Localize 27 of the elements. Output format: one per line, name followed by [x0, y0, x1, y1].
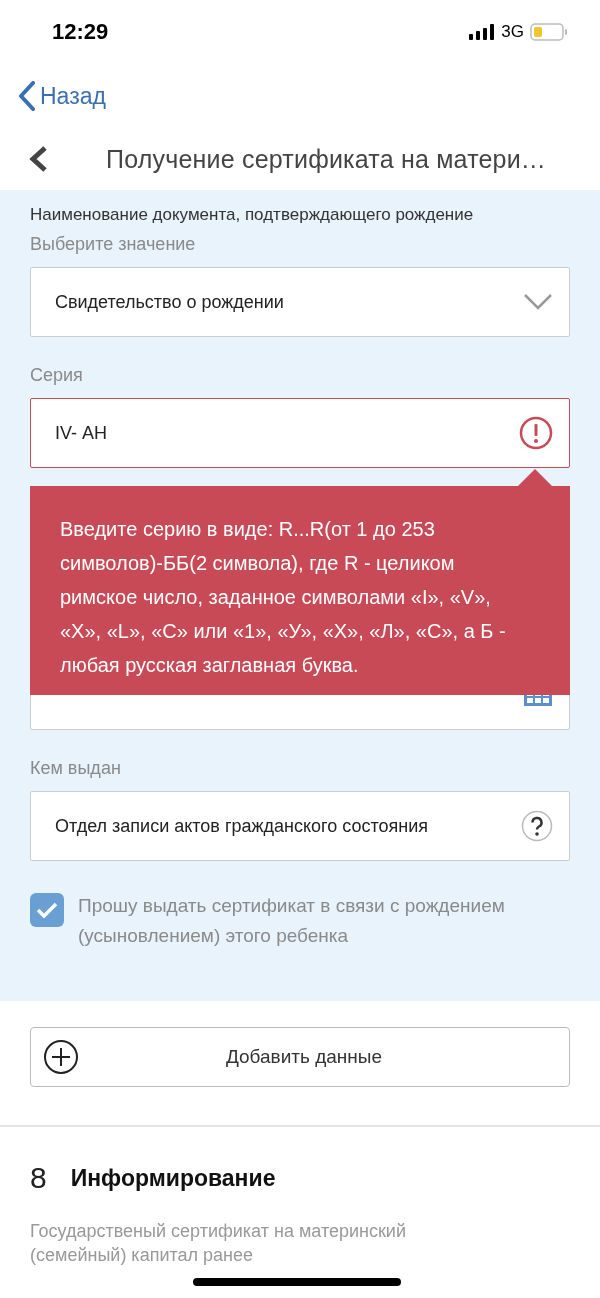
battery-icon	[530, 23, 568, 41]
help-icon[interactable]	[521, 810, 553, 842]
field-label: Серия	[30, 365, 84, 386]
network-type: 3G	[501, 22, 524, 42]
plus-circle-icon	[43, 1039, 79, 1075]
section-text: Государственый сертификат на материнский (семейный) капитал ранее	[29, 1220, 407, 1267]
back-chevron-icon	[18, 81, 36, 111]
checkmark-icon	[36, 901, 58, 919]
chevron-down-icon	[523, 293, 553, 311]
consent-label: Прошу выдать сертификат в связи с рождением (усыновлением) этого ребенка	[78, 894, 506, 948]
error-icon	[519, 416, 553, 450]
section-number: 8	[30, 1161, 47, 1195]
status-time: 12:29	[52, 19, 109, 45]
add-data-button[interactable]: Добавить данные	[30, 1027, 570, 1087]
page-title: Получение сертификата на матери…	[106, 144, 547, 174]
back-link[interactable]: Назад	[18, 81, 106, 111]
error-tooltip: Введите серию в виде: R...R(от 1 до 253 символов)-ББ(2 символа), где R - целиком римское число, заданное символами «I», «V», «X», «L», «C» или «1», «У», «Х», «Л», «С», а Б - любая русская заглавная буква.	[30, 486, 570, 695]
signal-icon	[469, 24, 496, 40]
tooltip-arrow	[518, 469, 552, 486]
field-hint: Выберите значение	[30, 234, 197, 255]
section-title: Информирование	[70, 1164, 276, 1192]
field-label: Кем выдан	[30, 758, 122, 779]
issuer-input[interactable]: Отдел записи актов гражданского состояния	[30, 791, 570, 861]
field-label: Наименование документа, подтверждающего рождение	[30, 204, 475, 226]
consent-checkbox[interactable]	[30, 893, 64, 927]
series-input[interactable]: IV- АН	[30, 398, 570, 468]
document-select[interactable]: Свидетельство о рождении	[30, 267, 570, 337]
